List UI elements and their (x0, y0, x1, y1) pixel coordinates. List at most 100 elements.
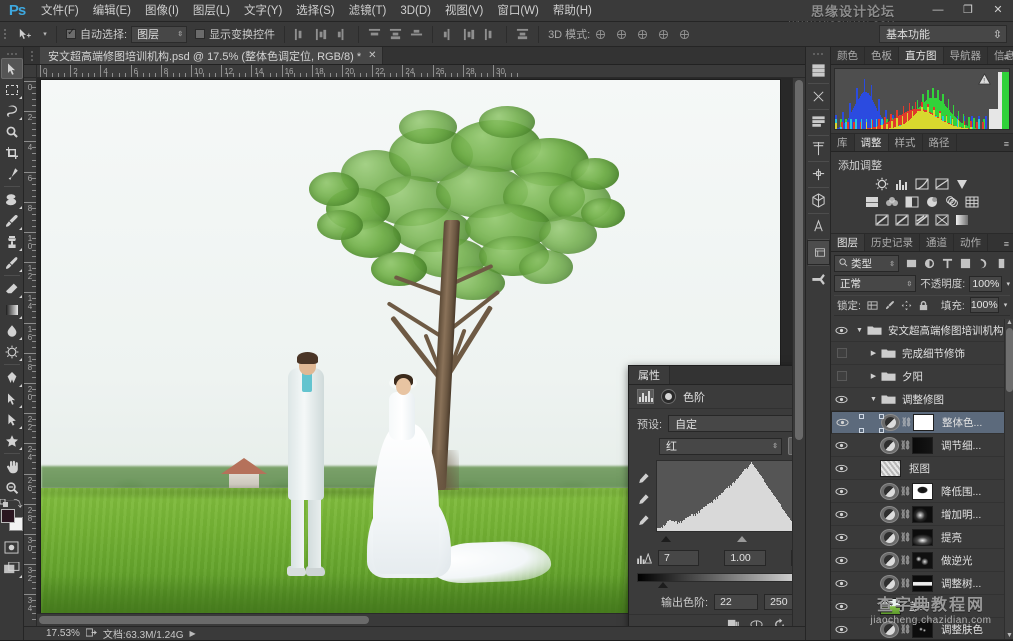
black-white-icon[interactable] (905, 194, 920, 209)
input-black-field[interactable]: 7 (658, 550, 700, 566)
rectangular-marquee-tool[interactable] (1, 79, 23, 100)
tab-adjust-2[interactable]: 样式 (888, 134, 923, 151)
group-disclosure-icon[interactable]: ▼ (854, 327, 865, 334)
brush-presets-icon[interactable] (807, 58, 830, 83)
output-black-field[interactable]: 22 (714, 594, 759, 610)
vibrance-icon[interactable] (955, 176, 970, 191)
tab-histogram-4[interactable]: 信息 (988, 47, 1013, 64)
menu-item-6[interactable]: 滤镜(T) (342, 0, 394, 22)
input-black-slider[interactable] (661, 536, 671, 542)
layer-visibility-toggle[interactable] (833, 549, 850, 572)
tool-preset-chevron-icon[interactable]: ▾ (39, 30, 51, 38)
tab-properties[interactable]: 属性 (629, 366, 670, 384)
menu-item-8[interactable]: 视图(V) (438, 0, 490, 22)
warning-icon[interactable]: ! (978, 73, 991, 85)
dodge-tool[interactable] (1, 341, 23, 362)
tab-layers-3[interactable]: 动作 (954, 234, 988, 251)
menu-item-9[interactable]: 窗口(W) (490, 0, 546, 22)
posterize-icon[interactable] (895, 212, 910, 227)
scale-3d-icon[interactable] (674, 24, 695, 45)
layer-visibility-toggle[interactable] (833, 342, 850, 365)
menu-item-0[interactable]: 文件(F) (34, 0, 86, 22)
dock-grip[interactable] (806, 49, 830, 58)
menu-item-4[interactable]: 文字(Y) (237, 0, 289, 22)
input-white-field[interactable]: 254 (790, 550, 792, 566)
panel-menu-icon[interactable]: ≡ (1004, 139, 1009, 149)
adjustment-filter-icon[interactable] (921, 255, 938, 272)
levels-histogram[interactable] (656, 460, 792, 532)
layer-row[interactable]: ▼ 调整修图 (831, 388, 1013, 411)
channel-dropdown[interactable]: 红 ⇳ (659, 437, 782, 455)
layer-visibility-toggle[interactable] (833, 526, 850, 549)
tab-adjust-1[interactable]: 调整 (854, 134, 889, 151)
layer-row[interactable]: ▶ 完成细节修饰 (831, 342, 1013, 365)
layer-row[interactable]: ▼ 安文超高端修图培训机构 (831, 319, 1013, 342)
lock-all-icon[interactable] (917, 299, 930, 312)
eyedropper-tool[interactable] (1, 163, 23, 184)
pan-3d-icon[interactable] (632, 24, 653, 45)
gradient-map-icon[interactable] (935, 212, 950, 227)
tab-layers-2[interactable]: 通道 (920, 234, 954, 251)
layer-row[interactable]: ⛓ 做逆光 (831, 549, 1013, 572)
document-viewport[interactable]: 属性 ▸▸ ≡ 色阶 (37, 78, 792, 626)
quick-selection-tool[interactable] (1, 121, 23, 142)
tab-layers-1[interactable]: 历史记录 (865, 234, 920, 251)
pixel-filter-icon[interactable] (903, 255, 920, 272)
move-tool[interactable] (0, 58, 23, 79)
pen-tool[interactable] (1, 367, 23, 388)
options-bar-grip[interactable] (0, 22, 9, 47)
lasso-tool[interactable] (1, 100, 23, 121)
zoom-level[interactable]: 17.53% (46, 628, 80, 639)
output-levels-ramp[interactable] (637, 573, 792, 588)
close-icon[interactable]: ✕ (368, 50, 376, 61)
lock-position-icon[interactable] (900, 299, 913, 312)
color-balance-icon[interactable] (885, 194, 900, 209)
hue-saturation-icon[interactable] (865, 194, 880, 209)
slide-3d-icon[interactable] (653, 24, 674, 45)
path-selection-tool[interactable] (1, 409, 23, 430)
tab-histogram-3[interactable]: 导航器 (943, 47, 988, 64)
layer-visibility-toggle[interactable] (833, 618, 850, 640)
layer-visibility-toggle-off[interactable] (836, 348, 847, 358)
layer-row[interactable]: ⛓ 提亮 (831, 526, 1013, 549)
link-mask-icon[interactable]: ⛓ (901, 417, 912, 428)
hand-tool[interactable] (1, 456, 23, 477)
minimize-button[interactable]: — (923, 0, 953, 19)
link-mask-icon[interactable]: ⛓ (900, 532, 911, 543)
align-left-edges-icon[interactable] (290, 24, 311, 45)
layer-row[interactable]: ⛓ 调整树... (831, 572, 1013, 595)
layer-visibility-toggle[interactable] (833, 480, 850, 503)
group-disclosure-icon[interactable]: ▶ (868, 372, 879, 380)
clip-mask-icon[interactable] (661, 389, 676, 404)
align-vertical-centers-icon[interactable] (385, 24, 406, 45)
shape-filter-icon[interactable] (957, 255, 974, 272)
default-colors-icon[interactable] (0, 498, 8, 507)
input-gamma-slider[interactable] (737, 536, 747, 542)
tab-histogram-0[interactable]: 颜色 (831, 47, 865, 64)
clone-source-icon[interactable] (807, 84, 830, 109)
tab-strip-grip[interactable] (24, 47, 40, 64)
blend-mode-dropdown[interactable]: 正常 ⇳ (834, 275, 917, 292)
tab-histogram-2[interactable]: 直方图 (899, 47, 944, 64)
canvas-vertical-scrollbar[interactable] (792, 78, 805, 626)
maximize-button[interactable]: ❐ (953, 0, 983, 19)
document-tab[interactable]: 安文超高端修图培训机构.psd @ 17.5% (整体色调定位, RGB/8) … (40, 47, 383, 64)
rotate-3d-icon[interactable] (590, 24, 611, 45)
layer-row[interactable]: ⛓ 增加明... (831, 503, 1013, 526)
fill-chevron-icon[interactable]: ▾ (1004, 301, 1008, 309)
set-white-point-eyedropper-icon[interactable] (637, 514, 650, 527)
tool-presets-icon[interactable] (807, 266, 830, 291)
clip-to-layer-icon[interactable] (726, 617, 740, 626)
distribute-top-edges-icon[interactable] (438, 24, 459, 45)
layer-visibility-toggle[interactable] (834, 411, 851, 434)
auto-select-dropdown[interactable]: 图层 ⇳ (131, 25, 188, 43)
layer-row[interactable]: ⛓ 调节细... (831, 434, 1013, 457)
clone-stamp-tool[interactable] (1, 231, 23, 252)
auto-select-checkbox[interactable] (66, 27, 76, 39)
input-gamma-field[interactable]: 1.00 (724, 550, 766, 566)
levels-icon[interactable] (895, 176, 910, 191)
link-mask-icon[interactable]: ⛓ (900, 555, 911, 566)
distribute-vertical-centers-icon[interactable] (459, 24, 480, 45)
quick-mask-button[interactable] (1, 537, 23, 558)
layer-visibility-toggle-off[interactable] (836, 371, 847, 381)
